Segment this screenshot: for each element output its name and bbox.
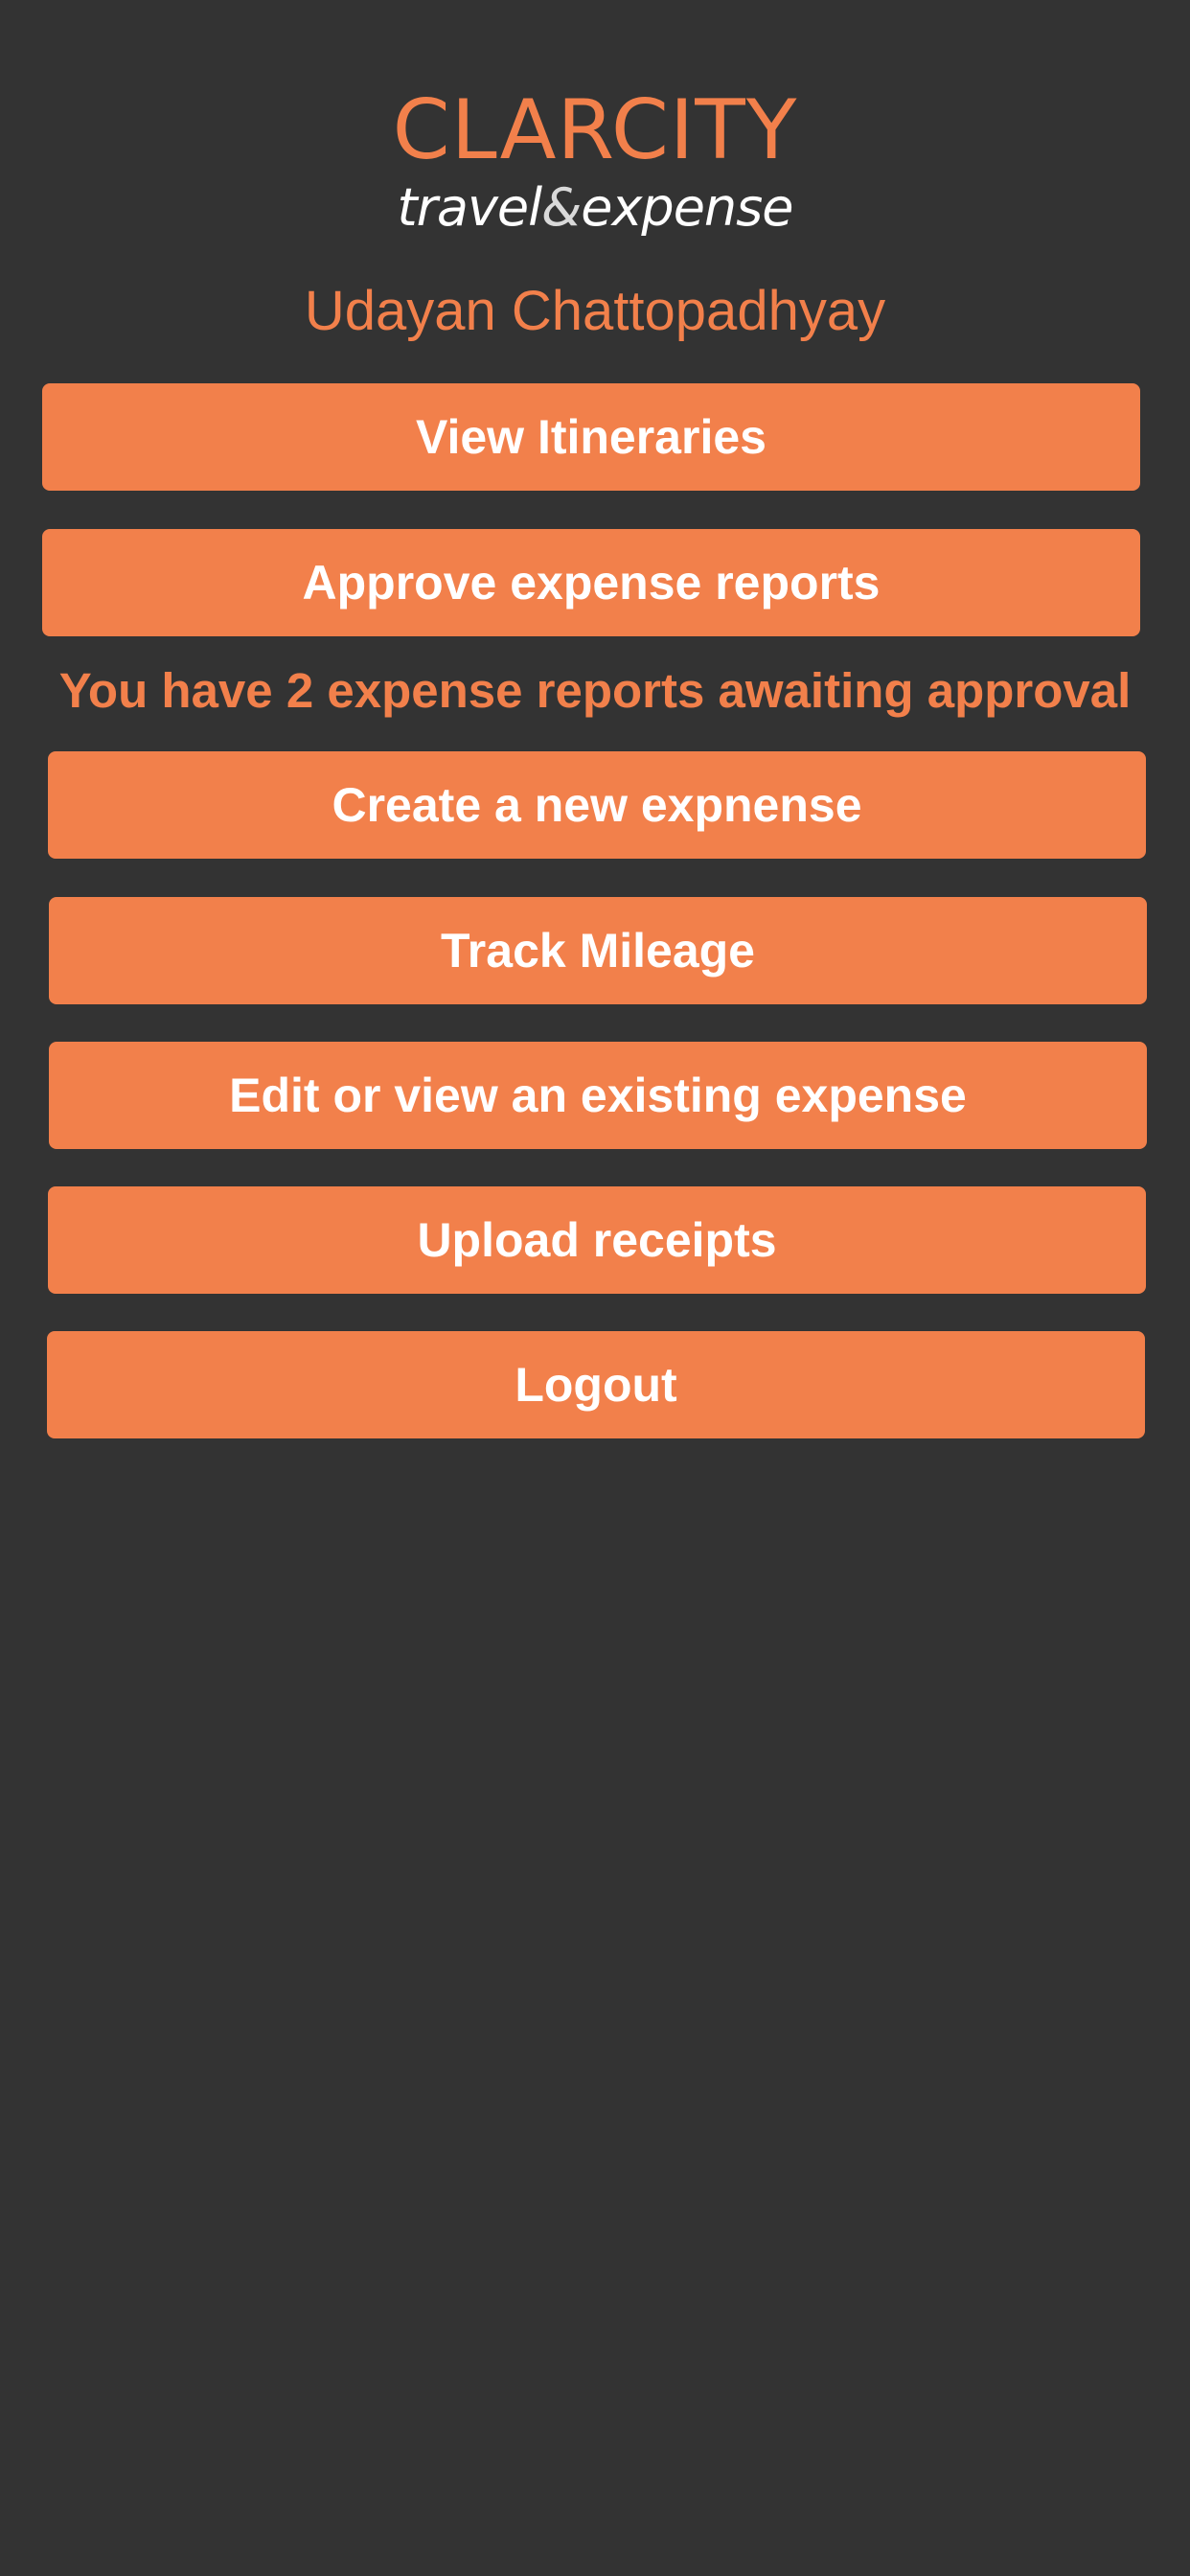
logo-wordmark: CLARCITY <box>392 82 798 178</box>
logout-button[interactable]: Logout <box>47 1331 1145 1438</box>
create-expense-button[interactable]: Create a new expnense <box>48 751 1146 859</box>
logo-tagline-travel: travel <box>397 177 542 238</box>
edit-expense-button[interactable]: Edit or view an existing expense <box>49 1042 1147 1149</box>
user-name: Udayan Chattopadhyay <box>304 280 886 342</box>
logo-tagline-ampersand: & <box>541 177 582 238</box>
track-mileage-button[interactable]: Track Mileage <box>49 897 1147 1004</box>
view-itineraries-button[interactable]: View Itineraries <box>42 383 1140 491</box>
logo-tagline-expense: expense <box>581 177 793 238</box>
approval-notice: You have 2 expense reports awaiting appr… <box>58 663 1132 718</box>
upload-receipts-button[interactable]: Upload receipts <box>48 1186 1146 1294</box>
approve-expense-reports-button[interactable]: Approve expense reports <box>42 529 1140 636</box>
clarcity-logo: CLARCITY travel&expense <box>0 84 1190 238</box>
logo-tagline: travel&expense <box>0 178 1190 238</box>
